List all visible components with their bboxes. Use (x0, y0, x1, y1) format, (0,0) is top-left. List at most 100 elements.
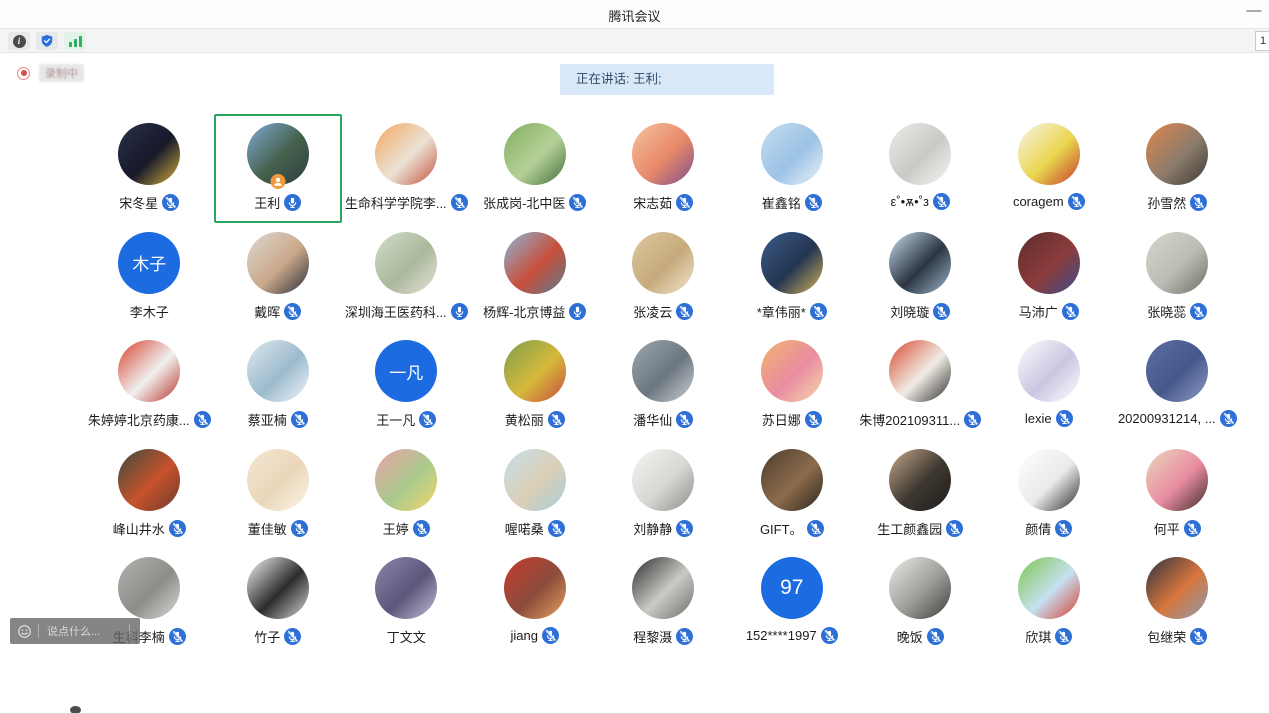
participant-tile[interactable]: 孙雪然 (1113, 114, 1242, 223)
participant-tile[interactable]: jiang (471, 548, 600, 657)
participant-tile[interactable]: 20200931214, ... (1113, 331, 1242, 440)
participant-tile[interactable]: 朱博202109311... (856, 331, 985, 440)
avatar (118, 557, 180, 619)
mic-muted-icon (927, 628, 944, 645)
participant-name: 朱博202109311... (859, 410, 960, 429)
participant-tile[interactable]: 苏日娜 (728, 331, 857, 440)
participant-tile[interactable]: 包继荣 (1113, 548, 1242, 657)
mic-muted-icon (676, 303, 693, 320)
avatar (761, 449, 823, 511)
meeting-security-button[interactable] (36, 32, 58, 50)
participant-tile[interactable]: 潘华仙 (599, 331, 728, 440)
avatar (1146, 449, 1208, 511)
participant-name: 张凌云 (633, 302, 672, 321)
participant-tile[interactable]: 深圳海王医药科... (342, 223, 471, 332)
participant-name: GIFT。 (760, 519, 803, 538)
avatar (504, 123, 566, 185)
host-badge-icon (270, 174, 285, 189)
mic-muted-icon (291, 520, 308, 537)
corner-indicator[interactable]: 1 (1255, 31, 1269, 51)
participant-name: 152****1997 (746, 628, 817, 643)
window-title: 腾讯会议 (0, 6, 1269, 25)
participant-tile[interactable]: 马沛广 (985, 223, 1114, 332)
mic-muted-icon (1055, 520, 1072, 537)
participant-tile[interactable]: 王婷 (342, 440, 471, 549)
meeting-info-button[interactable]: i (8, 32, 30, 50)
network-status-button[interactable] (64, 32, 86, 50)
participant-name: 刘晓璇 (890, 302, 929, 321)
participant-tile[interactable]: 张凌云 (599, 223, 728, 332)
participant-tile[interactable]: 欣琪 (985, 548, 1114, 657)
avatar (375, 232, 437, 294)
participant-tile[interactable]: 张成岗-北中医 (471, 114, 600, 223)
participant-tile[interactable]: 丁文文 (342, 548, 471, 657)
participant-name: 戴晖 (254, 302, 280, 321)
participant-tile[interactable]: 王利 (214, 114, 343, 223)
participant-tile[interactable]: 峰山井水 (85, 440, 214, 549)
avatar (247, 557, 309, 619)
avatar (1146, 340, 1208, 402)
participant-name: 晚饭 (897, 627, 923, 646)
chat-input-placeholder[interactable]: 说点什么... (39, 623, 129, 639)
participant-tile[interactable]: *章伟丽* (728, 223, 857, 332)
mic-muted-icon (933, 193, 950, 210)
mic-muted-icon (933, 303, 950, 320)
avatar (761, 123, 823, 185)
avatar (632, 449, 694, 511)
participant-tile[interactable]: 晚饭 (856, 548, 985, 657)
avatar (1146, 123, 1208, 185)
participant-tile[interactable]: 张晓蕊 (1113, 223, 1242, 332)
emoji-icon[interactable] (18, 625, 31, 638)
avatar (889, 123, 951, 185)
participant-tile[interactable]: 生工颜鑫园 (856, 440, 985, 549)
participant-tile[interactable]: 朱婷婷北京药康... (85, 331, 214, 440)
chat-quick-bar[interactable]: 说点什么... (10, 618, 140, 644)
participant-name: 杨辉-北京博益 (483, 302, 565, 321)
participant-tile[interactable]: 董佳敏 (214, 440, 343, 549)
mic-muted-icon (807, 520, 824, 537)
mic-muted-icon (676, 194, 693, 211)
participant-name: *章伟丽* (757, 302, 806, 321)
participant-tile[interactable]: 崔鑫铭 (728, 114, 857, 223)
participant-tile[interactable]: 杨辉-北京博益 (471, 223, 600, 332)
mic-muted-icon (810, 303, 827, 320)
participant-tile[interactable]: 刘晓璇 (856, 223, 985, 332)
participant-tile[interactable]: 木子 李木子 (85, 223, 214, 332)
participant-tile[interactable]: 宋志茹 (599, 114, 728, 223)
avatar (118, 449, 180, 511)
participant-name: 马沛广 (1019, 302, 1058, 321)
participant-tile[interactable]: 喔喏桑 (471, 440, 600, 549)
participant-tile[interactable]: 97 152****1997 (728, 548, 857, 657)
participant-tile[interactable]: 生命科学学院李... (342, 114, 471, 223)
participant-name: 王一凡 (376, 410, 415, 429)
participant-tile[interactable]: 戴晖 (214, 223, 343, 332)
participant-name: coragem (1013, 194, 1064, 209)
participant-tile[interactable]: 宋冬星 (85, 114, 214, 223)
participant-tile[interactable]: 黄松丽 (471, 331, 600, 440)
participant-name: 董佳敏 (248, 519, 287, 538)
minimize-button[interactable]: — (1245, 2, 1263, 20)
signal-bars-icon (69, 35, 82, 47)
avatar (375, 449, 437, 511)
avatar (375, 557, 437, 619)
avatar (632, 123, 694, 185)
avatar: 一凡 (375, 340, 437, 402)
participant-tile[interactable]: 何平 (1113, 440, 1242, 549)
participant-tile[interactable]: 一凡 王一凡 (342, 331, 471, 440)
avatar: 木子 (118, 232, 180, 294)
shield-check-icon (40, 34, 54, 48)
participant-tile[interactable]: ε˚•ѫ•˚з (856, 114, 985, 223)
avatar (247, 340, 309, 402)
participant-tile[interactable]: lexie (985, 331, 1114, 440)
participant-tile[interactable]: 程黎滠 (599, 548, 728, 657)
participant-tile[interactable]: 竹子 (214, 548, 343, 657)
participant-name: 峰山井水 (113, 519, 165, 538)
participant-tile[interactable]: GIFT。 (728, 440, 857, 549)
mic-muted-icon (1190, 628, 1207, 645)
participant-tile[interactable]: 刘静静 (599, 440, 728, 549)
participant-tile[interactable]: coragem (985, 114, 1114, 223)
participant-tile[interactable]: 蔡亚楠 (214, 331, 343, 440)
avatar (889, 232, 951, 294)
avatar: 97 (761, 557, 823, 619)
participant-tile[interactable]: 颜倩 (985, 440, 1114, 549)
